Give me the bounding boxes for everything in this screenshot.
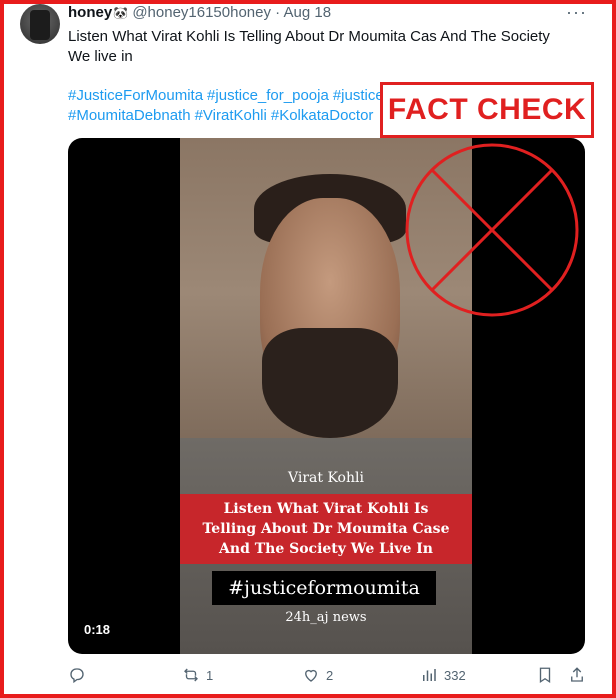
display-name[interactable]: honey [68, 4, 112, 21]
tweet-text-line: Listen What Virat Kohli Is Telling About… [68, 28, 550, 45]
tweet-date[interactable]: Aug 18 [284, 4, 332, 21]
person-beard [262, 328, 398, 438]
video-hashtag: #justiceformoumita [212, 571, 436, 605]
fact-check-text: FACT CHECK [387, 93, 587, 126]
tweet-text: Listen What Virat Kohli Is Telling About… [68, 27, 568, 67]
hashtag-link[interactable]: #KolkataDoctor [271, 107, 374, 124]
cross-circle-icon [405, 143, 579, 317]
separator: · [275, 4, 281, 21]
bookmark-icon [539, 667, 551, 684]
video-name-label: Virat Kohli [288, 470, 364, 486]
heart-icon [305, 669, 317, 682]
share-icon [571, 667, 583, 682]
reply-icon [70, 668, 84, 684]
reply-button[interactable] [68, 666, 86, 684]
video-duration: 0:18 [84, 622, 111, 637]
hashtag-link[interactable]: #JusticeForMoumita [68, 87, 203, 104]
avatar[interactable] [20, 4, 60, 44]
banner-line: And The Society We Live In [219, 541, 433, 557]
hashtag-link[interactable]: #justice_for_pooja [207, 87, 329, 104]
fact-check-label: FACT CHECK [380, 82, 594, 138]
panda-emoji-icon: 🐼 [113, 6, 129, 20]
more-options-icon[interactable]: ··· [566, 2, 587, 23]
share-button[interactable] [568, 666, 586, 684]
video-source: 24h_aj news [285, 610, 367, 625]
retweet-count: 1 [206, 667, 214, 683]
view-count: 332 [444, 667, 466, 683]
hashtag-link[interactable]: #MoumitaDebnath [68, 107, 191, 124]
views-icon [423, 669, 436, 681]
views-button[interactable]: 332 [420, 666, 466, 684]
bookmark-button[interactable] [536, 666, 554, 684]
like-count: 2 [326, 667, 334, 683]
like-button[interactable]: 2 [302, 666, 333, 684]
tweet-text-line: We live in [68, 48, 133, 65]
hashtag-link[interactable]: #ViratKohli [195, 107, 267, 124]
banner-line: Listen What Virat Kohli Is [223, 501, 429, 517]
action-bar: 1 2 332 [68, 666, 588, 688]
handle[interactable]: @honey16150honey [132, 4, 271, 21]
retweet-icon [184, 668, 198, 682]
retweet-button[interactable]: 1 [182, 666, 213, 684]
video-title-banner: Listen What Virat Kohli Is Telling About… [180, 494, 472, 564]
tweet-header: honey🐼 @honey16150honey · Aug 18 [68, 4, 331, 22]
banner-line: Telling About Dr Moumita Case [202, 521, 450, 537]
